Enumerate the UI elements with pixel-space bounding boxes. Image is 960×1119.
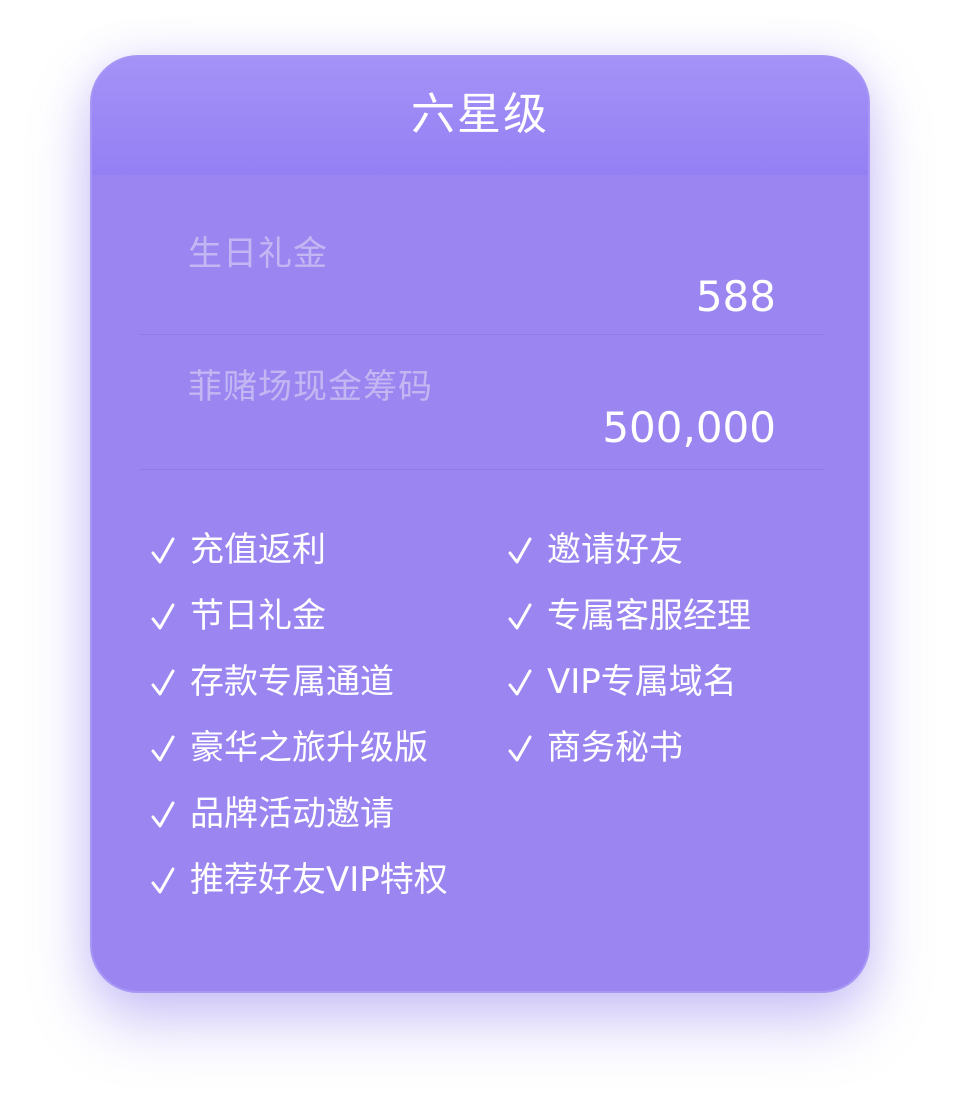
benefit-item: 品牌活动邀请 [150, 787, 394, 834]
benefit-label: 充值返利 [190, 529, 326, 570]
benefit-item: 存款专属通道 [150, 655, 394, 702]
reward-value: 500,000 [602, 403, 776, 452]
benefit-label: 邀请好友 [547, 529, 683, 570]
check-icon [151, 603, 175, 630]
benefit-item: 豪华之旅升级版 [150, 721, 428, 768]
benefit-item: 邀请好友 [507, 523, 683, 570]
benefit-item: VIP专属域名 [507, 655, 737, 702]
check-icon [151, 867, 175, 894]
check-icon [151, 669, 175, 696]
benefit-item: 充值返利 [150, 523, 326, 570]
reward-row-casino-chips: 菲赌场现金筹码 500,000 [140, 335, 824, 470]
reward-label: 生日礼金 [188, 234, 328, 274]
benefit-label: 节日礼金 [190, 595, 326, 636]
reward-value: 588 [695, 272, 776, 321]
reward-row-birthday: 生日礼金 588 [140, 198, 824, 335]
check-icon [508, 537, 532, 564]
check-icon [508, 669, 532, 696]
check-icon [151, 735, 175, 762]
benefit-label: 豪华之旅升级版 [190, 727, 428, 768]
check-icon [151, 801, 175, 828]
benefit-label: 推荐好友VIP特权 [190, 859, 448, 900]
card-header: 六星级 [92, 57, 868, 175]
benefit-label: 存款专属通道 [190, 661, 394, 702]
benefit-label: 商务秘书 [547, 727, 683, 768]
vip-tier-card: 六星级 生日礼金 588 菲赌场现金筹码 500,000 充值返利 节日礼金 存… [90, 55, 870, 993]
check-icon [508, 603, 532, 630]
tier-title: 六星级 [411, 89, 549, 140]
benefit-item: 专属客服经理 [507, 589, 751, 636]
benefit-label: VIP专属域名 [547, 661, 737, 702]
check-icon [151, 537, 175, 564]
benefit-label: 品牌活动邀请 [190, 793, 394, 834]
benefit-item: 推荐好友VIP特权 [150, 853, 448, 900]
benefit-item: 节日礼金 [150, 589, 326, 636]
reward-label: 菲赌场现金筹码 [188, 367, 433, 407]
benefit-label: 专属客服经理 [547, 595, 751, 636]
benefit-item: 商务秘书 [507, 721, 683, 768]
check-icon [508, 735, 532, 762]
